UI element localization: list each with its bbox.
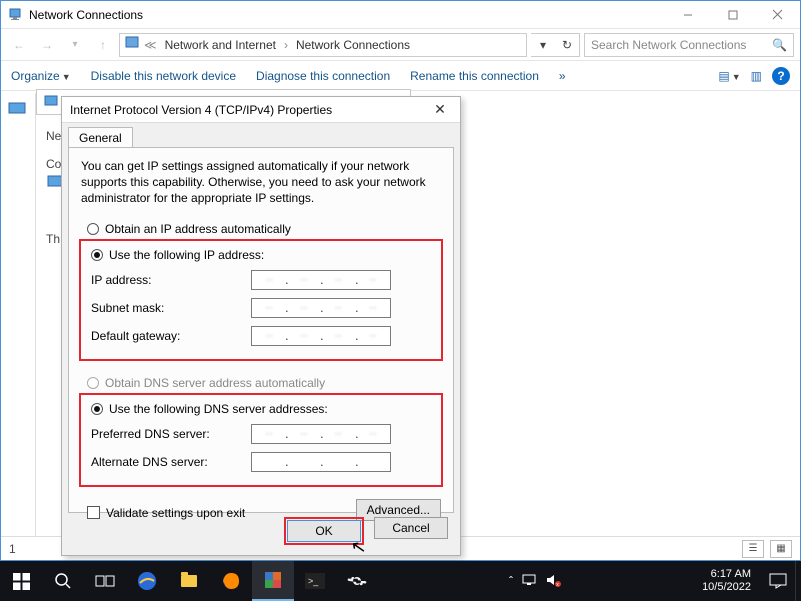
dialog-description: You can get IP settings assigned automat… [81,158,441,207]
explorer-title: Network Connections [29,8,665,22]
dialog-titlebar[interactable]: Internet Protocol Version 4 (TCP/IPv4) P… [62,97,460,123]
dropdown-history-button[interactable]: ▾ [531,38,555,52]
dialog-title: Internet Protocol Version 4 (TCP/IPv4) P… [70,103,428,117]
action-center-button[interactable] [761,561,795,601]
address-buttons: ▾ ↻ [531,33,580,57]
radio-obtain-dns: Obtain DNS server address automatically [81,373,441,393]
ok-button[interactable]: OK [287,520,361,542]
input-default-gateway[interactable]: ··.··.··.·· [251,326,391,346]
adapter-dialog-icon [43,93,59,112]
radio-icon [87,223,99,235]
diagnose-button[interactable]: Diagnose this connection [256,69,390,83]
command-bar: Organize▼ Disable this network device Di… [1,61,800,91]
checkbox-validate-settings[interactable]: Validate settings upon exit [81,500,245,520]
checkbox-validate-label: Validate settings upon exit [106,506,245,520]
dns-group-highlight: Use the following DNS server addresses: … [79,393,443,487]
tab-general[interactable]: General [68,127,133,148]
radio-obtain-ip-label: Obtain an IP address automatically [105,222,291,236]
refresh-button[interactable]: ↻ [555,38,579,52]
taskbar-date: 10/5/2022 [702,581,751,594]
details-view-button[interactable]: ☰ [742,540,764,558]
taskbar-firefox-button[interactable] [210,561,252,601]
taskbar-clock[interactable]: 6:17 AM 10/5/2022 [692,568,761,593]
radio-icon [91,403,103,415]
radio-use-dns-label: Use the following DNS server addresses: [109,402,328,416]
ip-group-highlight: Use the following IP address: IP address… [79,239,443,361]
preview-pane-button[interactable]: ▥ [751,69,762,83]
ok-button-highlight: OK [284,517,364,545]
dialog-close-button[interactable]: ✕ [428,101,452,118]
input-ip-address[interactable]: ··.··.··.·· [251,270,391,290]
radio-use-ip-label: Use the following IP address: [109,248,264,262]
dialog-panel: You can get IP settings assigned automat… [68,147,454,513]
breadcrumb-network-and-internet[interactable]: Network and Internet [161,38,280,52]
radio-use-dns[interactable]: Use the following DNS server addresses: [91,399,431,419]
disable-device-button[interactable]: Disable this network device [91,69,236,83]
help-button[interactable]: ? [772,67,790,85]
navigation-row: ← → ▾ ↑ ≪ Network and Internet › Network… [1,29,800,61]
tray-network-icon[interactable] [521,573,537,590]
view-options-button[interactable]: ▤▼ [718,69,740,83]
forward-button[interactable]: → [35,33,59,57]
label-default-gateway: Default gateway: [91,329,241,343]
back-button[interactable]: ← [7,33,31,57]
breadcrumb-sep-icon: ≪ [144,38,157,52]
breadcrumb-network-connections[interactable]: Network Connections [292,38,414,52]
taskbar-file-explorer-button[interactable] [168,561,210,601]
item-count: 1 [9,542,16,556]
tray-volume-icon[interactable]: x [545,573,561,590]
system-tray[interactable]: ˆ x [503,573,567,590]
icons-view-button[interactable]: ▦ [770,540,792,558]
taskbar: >_ ˆ x 6:17 AM 10/5/2022 [0,561,801,601]
adapter-icon[interactable] [1,93,35,128]
label-ip-address: IP address: [91,273,241,287]
checkbox-icon [87,506,100,519]
radio-obtain-dns-label: Obtain DNS server address automatically [105,376,325,390]
taskbar-taskview-button[interactable] [84,561,126,601]
maximize-button[interactable] [710,1,755,28]
svg-text:>_: >_ [308,576,319,586]
start-button[interactable] [0,573,42,590]
ipv4-properties-dialog: Internet Protocol Version 4 (TCP/IPv4) P… [61,96,461,556]
explorer-titlebar[interactable]: Network Connections [1,1,800,29]
cancel-button[interactable]: Cancel [374,517,448,539]
label-preferred-dns: Preferred DNS server: [91,427,241,441]
input-preferred-dns[interactable]: ··.··.··.·· [251,424,391,444]
tray-expand-icon[interactable]: ˆ [509,574,513,588]
minimize-button[interactable] [665,1,710,28]
control-panel-icon [124,35,140,54]
label-subnet-mask: Subnet mask: [91,301,241,315]
sidebar [1,93,36,536]
search-placeholder: Search Network Connections [591,38,746,52]
overflow-button[interactable]: » [559,69,566,83]
close-button[interactable] [755,1,800,28]
up-button[interactable]: ↑ [91,33,115,57]
show-desktop-button[interactable] [795,561,801,601]
search-icon: 🔍 [772,38,787,52]
address-bar[interactable]: ≪ Network and Internet › Network Connect… [119,33,527,57]
taskbar-settings-button[interactable] [336,561,378,601]
chevron-right-icon: › [284,38,288,52]
radio-icon [87,377,99,389]
rename-button[interactable]: Rename this connection [410,69,539,83]
input-subnet-mask[interactable]: ··.··.··.·· [251,298,391,318]
recent-locations-button[interactable]: ▾ [63,33,87,57]
taskbar-terminal-button[interactable]: >_ [294,561,336,601]
taskbar-time: 6:17 AM [702,568,751,581]
taskbar-search-button[interactable] [42,561,84,601]
network-connections-icon [7,7,23,23]
search-input[interactable]: Search Network Connections 🔍 [584,33,794,57]
radio-obtain-ip[interactable]: Obtain an IP address automatically [81,219,441,239]
taskbar-control-panel-button[interactable] [252,561,294,601]
organize-menu[interactable]: Organize▼ [11,69,71,83]
radio-use-ip[interactable]: Use the following IP address: [91,245,431,265]
radio-icon [91,249,103,261]
taskbar-ie-button[interactable] [126,561,168,601]
label-alternate-dns: Alternate DNS server: [91,455,241,469]
input-alternate-dns[interactable]: ... [251,452,391,472]
